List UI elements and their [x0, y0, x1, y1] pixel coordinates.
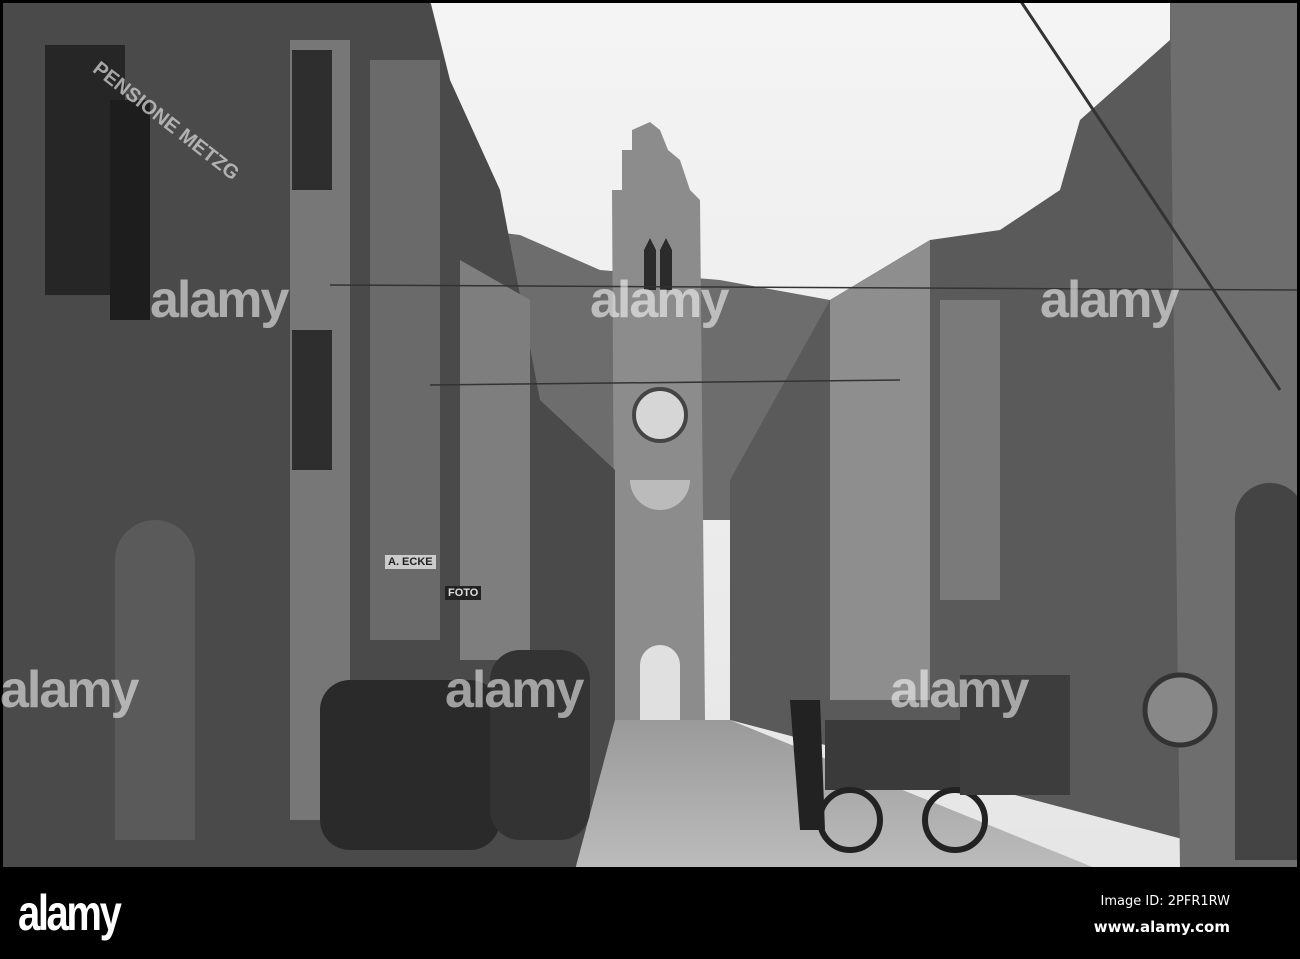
foto-sign: FOTO	[445, 586, 482, 600]
watermark: alamy	[445, 661, 584, 719]
shop-sign: A. ECKE	[385, 555, 436, 569]
site-url: www.alamy.com	[1093, 918, 1230, 936]
tower-clock	[632, 387, 688, 443]
watermark: alamy	[150, 271, 289, 329]
alamy-logo: alamy	[18, 885, 122, 941]
footer-bar: alamy Image ID: 2PFR1RW www.alamy.com	[0, 870, 1300, 959]
watermark: alamy	[1040, 271, 1179, 329]
image-id: Image ID: 2PFR1RW	[1100, 894, 1230, 909]
watermark: alamy	[590, 271, 729, 329]
watermark: alamy	[0, 661, 139, 719]
watermark: alamy	[890, 661, 1029, 719]
